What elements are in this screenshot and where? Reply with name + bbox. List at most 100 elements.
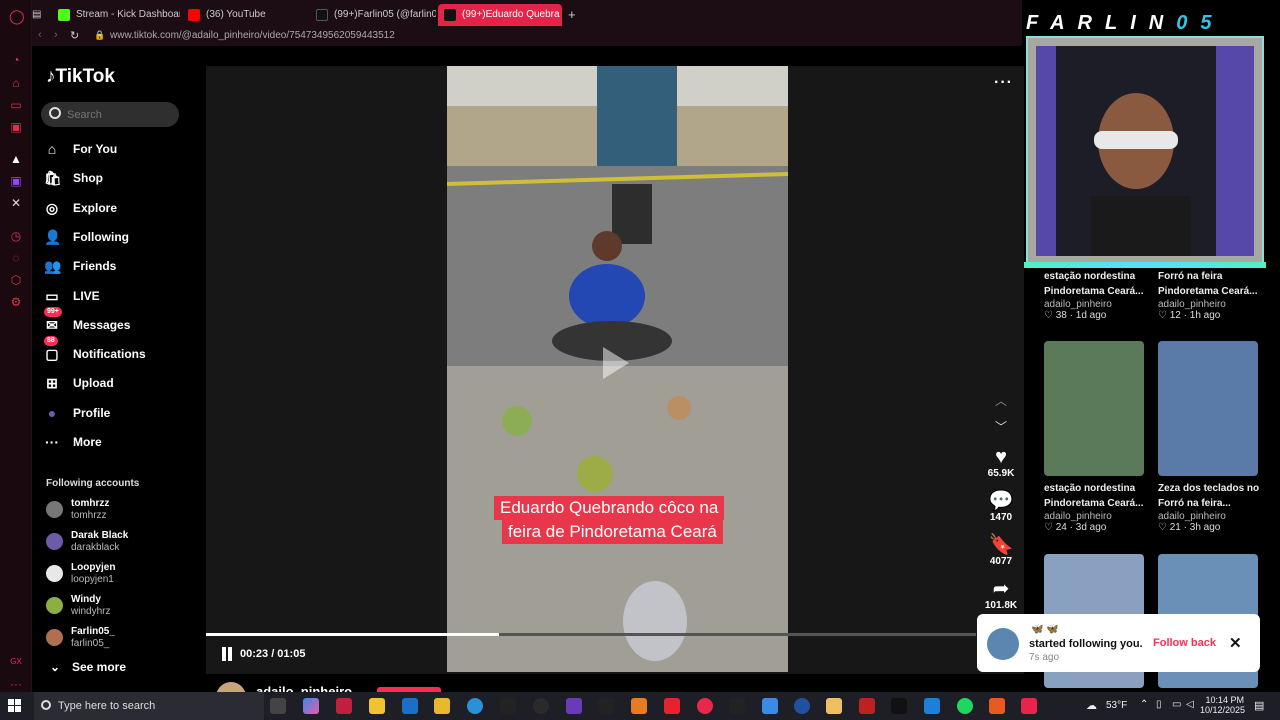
capcut-icon[interactable] [500, 698, 516, 714]
following-account[interactable]: tomhrzz tomhrzz [46, 498, 196, 526]
mic-icon[interactable]: ▯ [1156, 699, 1162, 710]
steam-icon[interactable] [794, 698, 810, 714]
sidebar-item-profile[interactable]: ● Profile [44, 401, 194, 425]
volume-icon[interactable]: ◁ [1186, 699, 1194, 710]
comment-action[interactable]: 💬 1470 [982, 490, 1020, 523]
gx-control-icon[interactable]: ⌂ [9, 76, 23, 90]
app-icon[interactable] [989, 698, 1005, 714]
history-icon[interactable]: ◷ [9, 229, 23, 243]
tray-chevron-icon[interactable]: ⌃ [1140, 699, 1148, 710]
sidebar-item-more[interactable]: ··· More [44, 430, 194, 454]
sidebar-item-live[interactable]: ▭ LIVE [44, 284, 194, 308]
tab-youtube[interactable]: (36) YouTube [182, 4, 310, 26]
related-video-thumbnail[interactable] [1044, 341, 1144, 476]
capcut-second-icon[interactable] [729, 698, 745, 714]
messenger-icon[interactable]: ▭ [9, 98, 23, 112]
clock[interactable]: 10:14 PM 10/12/2025 [1200, 695, 1245, 715]
related-video-thumbnail[interactable] [1158, 341, 1258, 476]
reload-icon[interactable]: ↻ [70, 29, 79, 42]
share-action[interactable]: ➦ 101.8K [982, 578, 1020, 611]
windows-start-icon[interactable] [8, 699, 22, 713]
aria-icon[interactable]: ◔ [9, 53, 23, 67]
network-icon[interactable]: ▭ [1172, 699, 1181, 710]
youtube-app-icon[interactable] [664, 698, 680, 714]
avatar[interactable] [216, 682, 246, 692]
tab-eduardo-video[interactable]: (99+)Eduardo Quebra [438, 4, 562, 26]
following-account[interactable]: Farlin05_ farlin05_ [46, 626, 196, 654]
extensions-icon[interactable]: ⬡ [9, 273, 23, 287]
player-icon[interactable]: ▣ [9, 120, 23, 134]
back-icon[interactable]: ‹ [38, 29, 42, 41]
file-explorer-icon[interactable] [434, 698, 450, 714]
related-video-card[interactable]: Forró na feira Pindoretama Ceará... adailo… [1158, 269, 1260, 321]
sidebar-item-explore[interactable]: ◎ Explore [44, 196, 194, 220]
edge-icon[interactable] [467, 698, 483, 714]
chevron-down-icon[interactable]: ﹀ [992, 418, 1010, 435]
streamlabs-icon[interactable] [631, 698, 647, 714]
temperature[interactable]: 53°F [1106, 700, 1127, 711]
following-account[interactable]: Windy windyhrz [46, 594, 196, 622]
opera-logo-icon[interactable]: ◯ [9, 9, 25, 23]
following-account[interactable]: Loopyjen loopyjen1 [46, 562, 196, 590]
opera-icon[interactable] [697, 698, 713, 714]
play-overlay-icon[interactable] [603, 347, 629, 379]
author-name[interactable]: adailo_pinheiro [256, 684, 352, 692]
sidebar-item-following[interactable]: 👤 Following [44, 225, 194, 249]
related-video-card[interactable]: estação nordestina Pindoretama Ceará... ad… [1044, 269, 1146, 321]
pause-button[interactable] [220, 647, 234, 661]
nzxt-icon[interactable] [859, 698, 875, 714]
tab-farlin-tiktok[interactable]: (99+)Farlin05 (@farlin05 [310, 4, 436, 26]
sidebar-item-shop[interactable]: 🛍 Shop [44, 166, 194, 190]
more-options-icon[interactable]: ··· [994, 74, 1013, 92]
avatar[interactable] [987, 628, 1019, 660]
separator: · [1066, 522, 1076, 533]
sidebar-item-notifications[interactable]: ▢ 88 Notifications [44, 336, 194, 366]
follow-back-button[interactable]: Follow back [1153, 637, 1216, 649]
task-view-icon[interactable] [270, 698, 286, 714]
store-icon[interactable] [369, 698, 385, 714]
tab-overview-icon[interactable]: ▤ [32, 4, 52, 26]
kick-icon[interactable]: ▲ [9, 152, 23, 166]
search-input[interactable] [67, 106, 172, 123]
new-tab-button[interactable]: + [564, 4, 584, 26]
copilot-icon[interactable] [303, 698, 319, 714]
photos-icon[interactable] [762, 698, 778, 714]
nvidia-icon[interactable] [891, 698, 907, 714]
sidebar-item-upload[interactable]: ⊞ Upload [44, 371, 194, 395]
close-icon[interactable]: ✕ [1229, 634, 1242, 652]
sidebar-item-for-you[interactable]: ⌂ For You [44, 137, 194, 161]
related-video-card[interactable]: estação nordestina Pindoretama Ceará... ad… [1044, 481, 1146, 533]
tiktok-logo[interactable]: ♪TikTok [46, 66, 115, 88]
more-dots-icon[interactable]: ··· [9, 677, 23, 691]
sidebar-item-friends[interactable]: 👥 Friends [44, 254, 194, 278]
search-box[interactable] [41, 102, 179, 127]
twitch-app-icon[interactable] [566, 698, 582, 714]
related-video-card[interactable]: Zeza dos teclados no Forró na feira... ada… [1158, 481, 1260, 533]
heart-outline-icon: ♡ [1158, 522, 1167, 533]
weather-icon[interactable]: ☁ [1086, 699, 1097, 712]
heart-action[interactable]: ♥ 65.9K [982, 446, 1020, 479]
x-icon[interactable]: ✕ [9, 196, 23, 210]
outlook-icon[interactable] [402, 698, 418, 714]
download-icon[interactable]: ◌ [9, 251, 23, 265]
forward-icon[interactable]: › [54, 29, 58, 41]
tiktok-app-icon[interactable] [1021, 698, 1037, 714]
chevron-up-icon[interactable]: ︿ [992, 392, 1010, 409]
bookmark-action[interactable]: 🔖 4077 [982, 534, 1020, 567]
see-more-button[interactable]: ⌄ See more [50, 660, 126, 674]
twitch-icon[interactable]: ▣ [9, 174, 23, 188]
tab-kick-dashboard[interactable]: Stream - Kick Dashboard [52, 4, 180, 26]
weather-app-icon[interactable] [826, 698, 842, 714]
settings-icon[interactable]: ⚙ [9, 295, 23, 309]
following-account[interactable]: Darak Black darakblack [46, 530, 196, 558]
gx-icon[interactable]: GX [9, 655, 23, 669]
opera-gx-icon[interactable] [336, 698, 352, 714]
obs-icon[interactable] [533, 698, 549, 714]
spotify-icon[interactable] [957, 698, 973, 714]
bluetooth-app-icon[interactable] [924, 698, 940, 714]
taskbar-search[interactable]: Type here to search [34, 692, 264, 720]
capcut-alt-icon[interactable] [598, 698, 614, 714]
sidebar-item-messages[interactable]: ✉ 99+ Messages [44, 306, 194, 337]
url-field[interactable]: www.tiktok.com/@adailo_pinheiro/video/75… [110, 30, 395, 41]
notification-center-icon[interactable]: ▤ [1254, 699, 1264, 712]
